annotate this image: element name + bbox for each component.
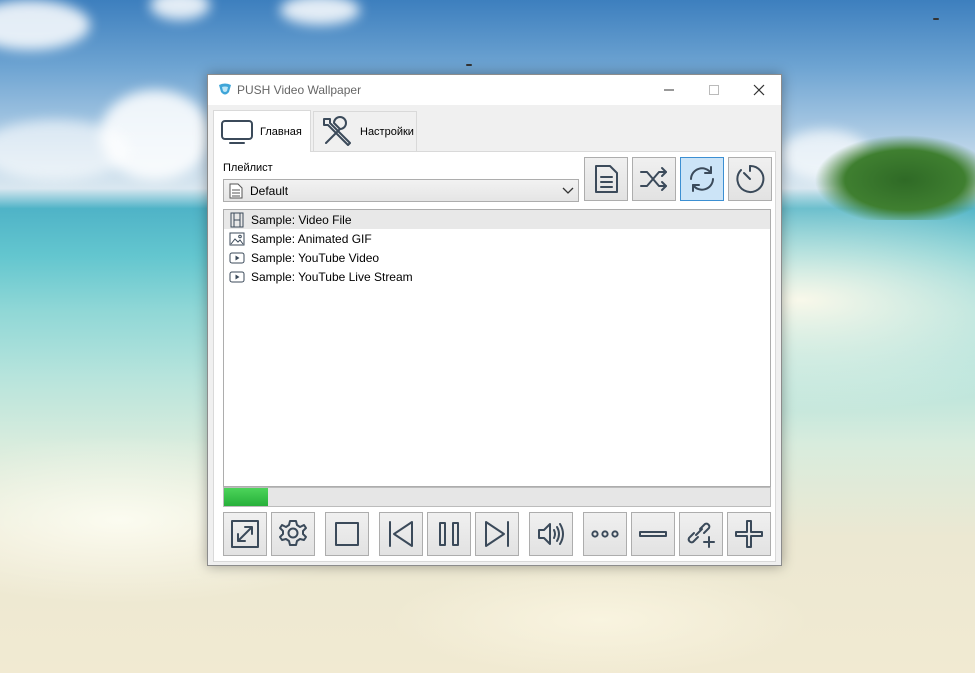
add-url-button[interactable] <box>679 512 723 556</box>
palm-trees <box>785 110 975 220</box>
minimize-icon <box>663 89 674 91</box>
bird <box>933 18 939 20</box>
shuffle-icon <box>640 167 667 191</box>
youtube-icon <box>229 269 245 285</box>
repeat-icon <box>690 166 714 192</box>
tab-settings-label: Настройки <box>360 125 414 138</box>
ellipsis-icon <box>591 530 619 538</box>
close-icon <box>753 84 764 96</box>
cloud <box>0 0 90 50</box>
tab-main[interactable]: Главная <box>213 110 311 152</box>
plus-icon <box>735 520 763 548</box>
list-item-label: Sample: YouTube Video <box>251 250 380 265</box>
repeat-button[interactable] <box>680 157 724 201</box>
list-item-label: Sample: Video File <box>251 212 352 227</box>
list-item-label: Sample: Animated GIF <box>251 231 372 246</box>
skip-back-icon <box>389 521 413 547</box>
window-title: PUSH Video Wallpaper <box>237 83 362 97</box>
link-add-icon <box>687 522 715 548</box>
cloud <box>280 0 360 25</box>
remove-button[interactable] <box>631 512 675 556</box>
playlist-dropdown[interactable]: Default <box>223 179 579 202</box>
bird <box>466 64 472 66</box>
pause-button[interactable] <box>427 512 471 556</box>
timer-icon <box>736 164 765 193</box>
volume-button[interactable] <box>529 512 573 556</box>
skip-forward-icon <box>485 521 509 547</box>
monitor-icon <box>220 119 254 145</box>
film-icon <box>229 212 245 228</box>
pause-icon <box>439 522 459 546</box>
add-file-button[interactable] <box>727 512 771 556</box>
cloud <box>0 120 130 180</box>
expand-icon <box>231 520 259 548</box>
maximize-button[interactable] <box>691 75 736 105</box>
stop-icon <box>335 522 359 546</box>
list-item[interactable]: Sample: YouTube Video <box>224 248 770 267</box>
progress-fill <box>224 488 268 506</box>
list-item[interactable]: Sample: YouTube Live Stream <box>224 267 770 286</box>
app-window: PUSH Video Wallpaper Главная Настройки П… <box>207 74 782 566</box>
playlist-list[interactable]: Sample: Video File Sample: Animated GIF … <box>223 209 771 487</box>
next-button[interactable] <box>475 512 519 556</box>
app-logo-icon <box>219 83 231 95</box>
list-item-label: Sample: YouTube Live Stream <box>251 269 413 284</box>
timer-button[interactable] <box>728 157 772 201</box>
title-bar[interactable]: PUSH Video Wallpaper <box>208 75 781 105</box>
cloud <box>150 0 210 20</box>
minimize-button[interactable] <box>646 75 691 105</box>
playlist-label: Плейлист <box>223 162 273 174</box>
document-icon <box>595 165 618 193</box>
list-item[interactable]: Sample: Video File <box>224 210 770 229</box>
tab-main-label: Главная <box>260 125 302 138</box>
tools-icon <box>320 115 354 149</box>
minus-icon <box>639 531 667 537</box>
progress-bar[interactable] <box>223 487 771 507</box>
image-icon <box>229 231 245 247</box>
maximize-icon <box>708 85 719 95</box>
gear-icon <box>279 520 307 546</box>
main-panel: Плейлист Default Sample: Video File Samp… <box>213 151 776 562</box>
chevron-down-icon <box>562 187 574 195</box>
shuffle-button[interactable] <box>632 157 676 201</box>
youtube-icon <box>229 250 245 266</box>
fullscreen-button[interactable] <box>223 512 267 556</box>
volume-icon <box>538 523 564 545</box>
list-item[interactable]: Sample: Animated GIF <box>224 229 770 248</box>
document-icon <box>229 183 243 199</box>
playlist-selected-value: Default <box>250 183 289 198</box>
more-button[interactable] <box>583 512 627 556</box>
previous-button[interactable] <box>379 512 423 556</box>
stop-button[interactable] <box>325 512 369 556</box>
tab-settings[interactable]: Настройки <box>313 111 417 151</box>
close-button[interactable] <box>736 75 781 105</box>
playlist-file-button[interactable] <box>584 157 628 201</box>
settings-button[interactable] <box>271 512 315 556</box>
